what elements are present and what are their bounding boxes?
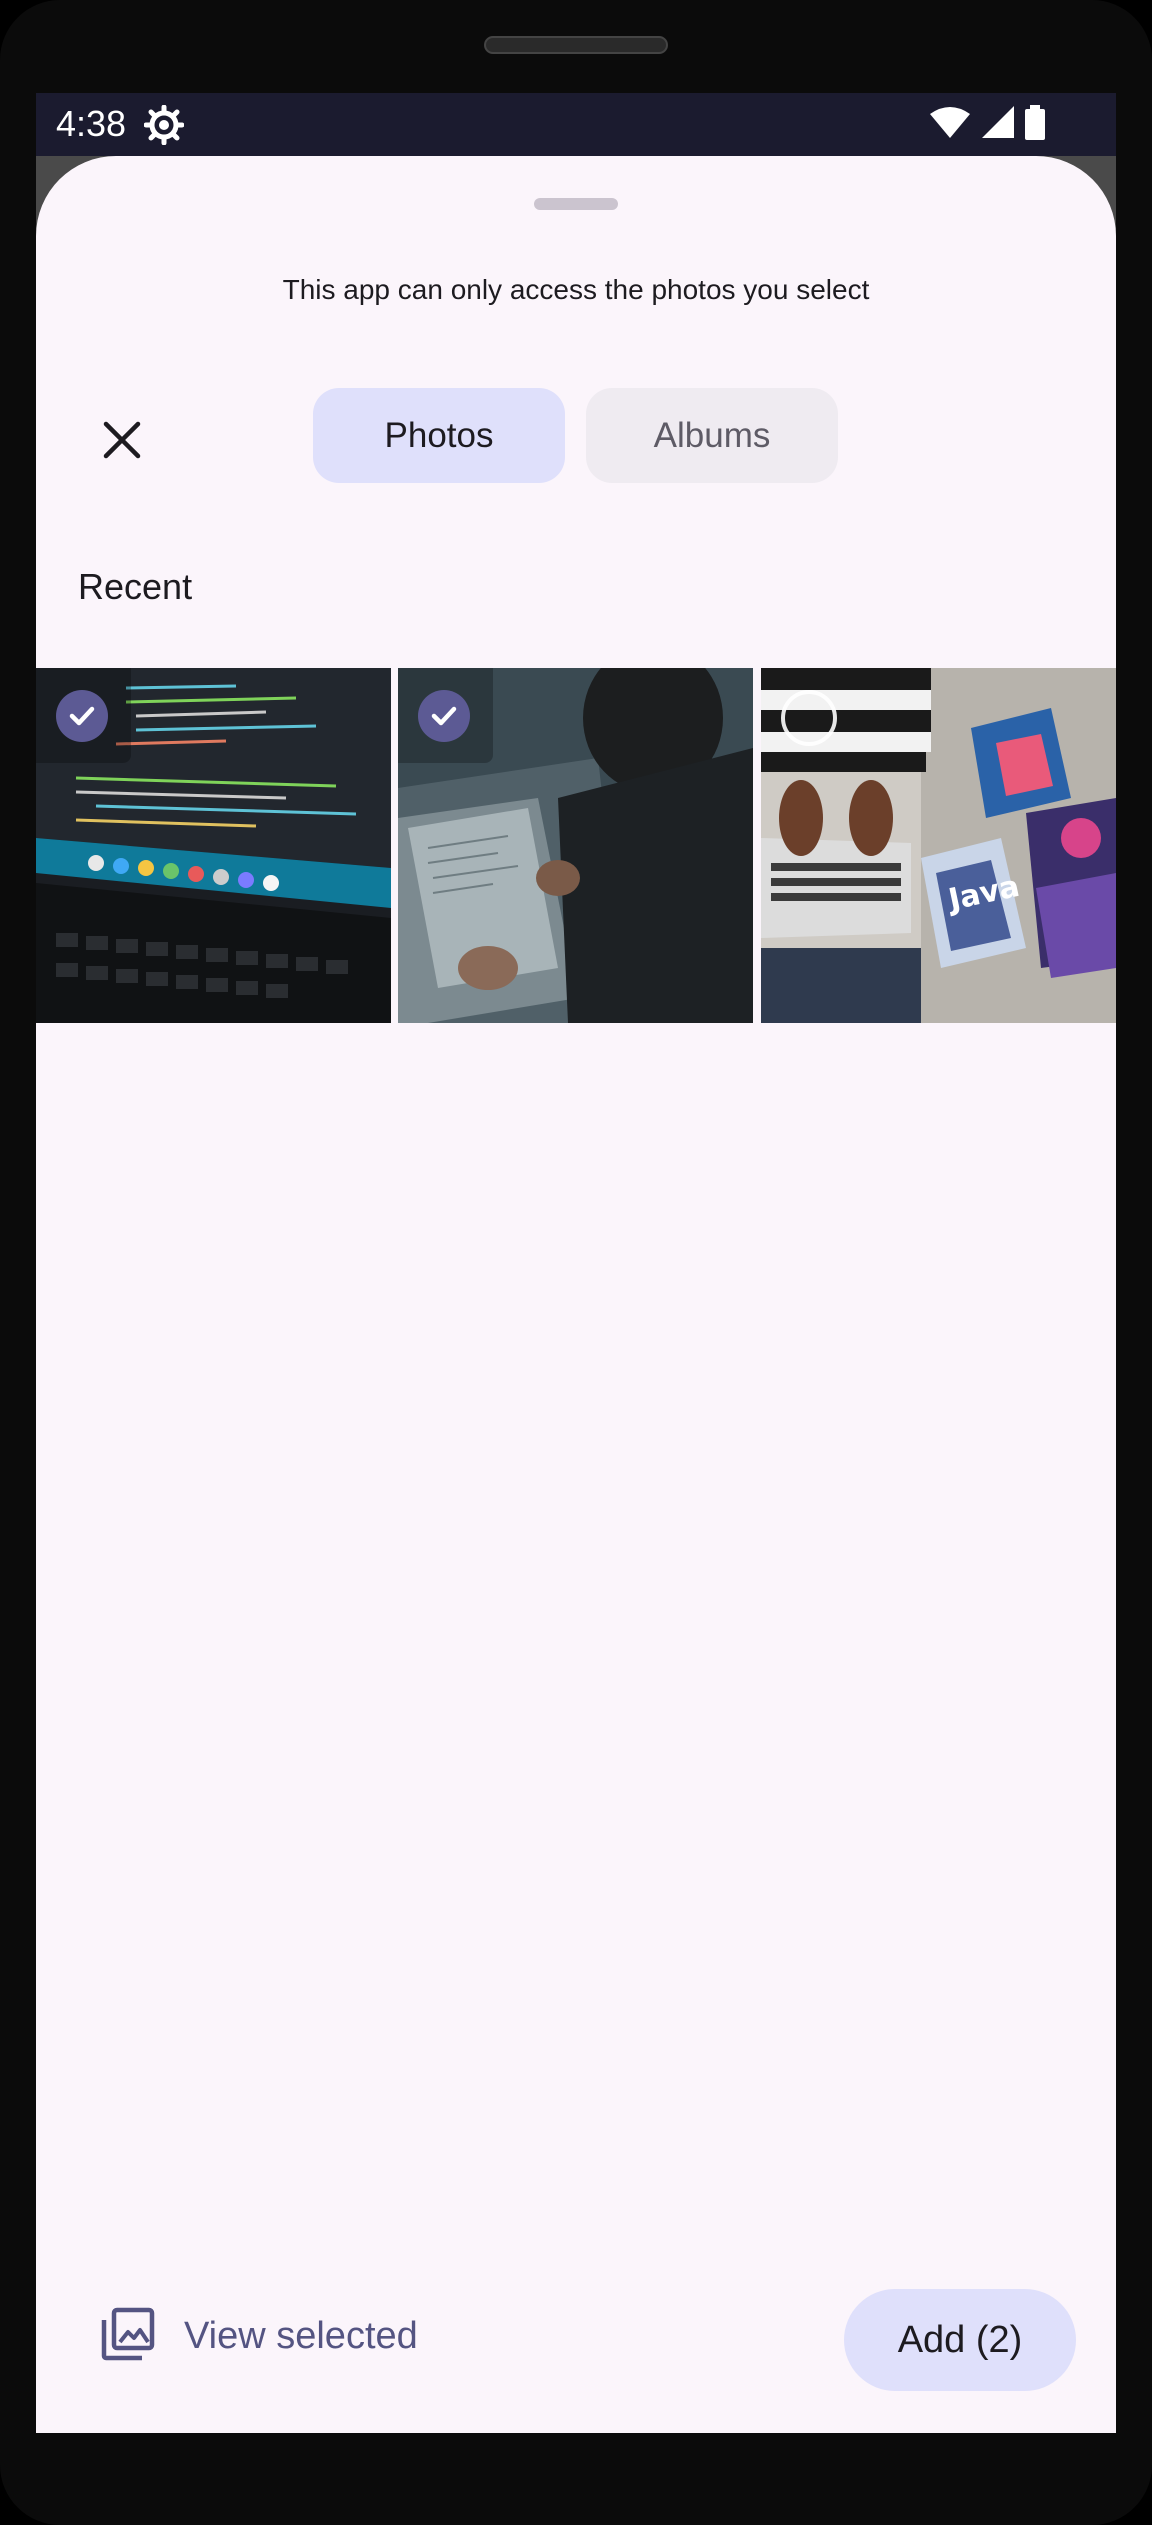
wifi-icon xyxy=(930,106,970,145)
status-bar: 4:38 xyxy=(36,93,1116,156)
photo-thumbnail-laptop-code[interactable] xyxy=(36,668,391,1023)
access-notice: This app can only access the photos you … xyxy=(282,274,870,305)
unselected-circle-icon[interactable] xyxy=(781,690,837,746)
screen: 4:38 This app can only access the photos… xyxy=(36,93,1116,2433)
device-frame: 4:38 This app can only access the photos… xyxy=(0,0,1152,2525)
photo-thumbnail-person-typing[interactable] xyxy=(398,668,753,1023)
status-icons xyxy=(930,105,1046,146)
photo-library-icon xyxy=(100,2306,156,2367)
signal-icon xyxy=(980,106,1014,145)
view-selected-button[interactable]: View selected xyxy=(100,2306,418,2367)
tab-albums[interactable]: Albums xyxy=(586,388,838,483)
earpiece-speaker xyxy=(484,36,668,54)
photo-thumbnail-laptop-books[interactable]: Java xyxy=(761,668,1116,1023)
photo-grid: Java xyxy=(36,668,1116,1023)
photo-picker-sheet: This app can only access the photos you … xyxy=(36,156,1116,2433)
add-button[interactable]: Add (2) xyxy=(844,2289,1076,2391)
selected-check-icon[interactable] xyxy=(56,690,108,742)
settings-gear-icon xyxy=(143,104,185,146)
close-button[interactable] xyxy=(86,406,158,478)
tab-photos[interactable]: Photos xyxy=(313,388,565,483)
close-icon xyxy=(102,420,142,465)
selected-check-icon[interactable] xyxy=(418,690,470,742)
view-selected-label: View selected xyxy=(184,2315,418,2357)
battery-icon xyxy=(1024,105,1046,146)
status-time: 4:38 xyxy=(56,103,127,144)
section-title-recent: Recent xyxy=(78,566,193,607)
sheet-drag-handle[interactable] xyxy=(534,198,618,210)
